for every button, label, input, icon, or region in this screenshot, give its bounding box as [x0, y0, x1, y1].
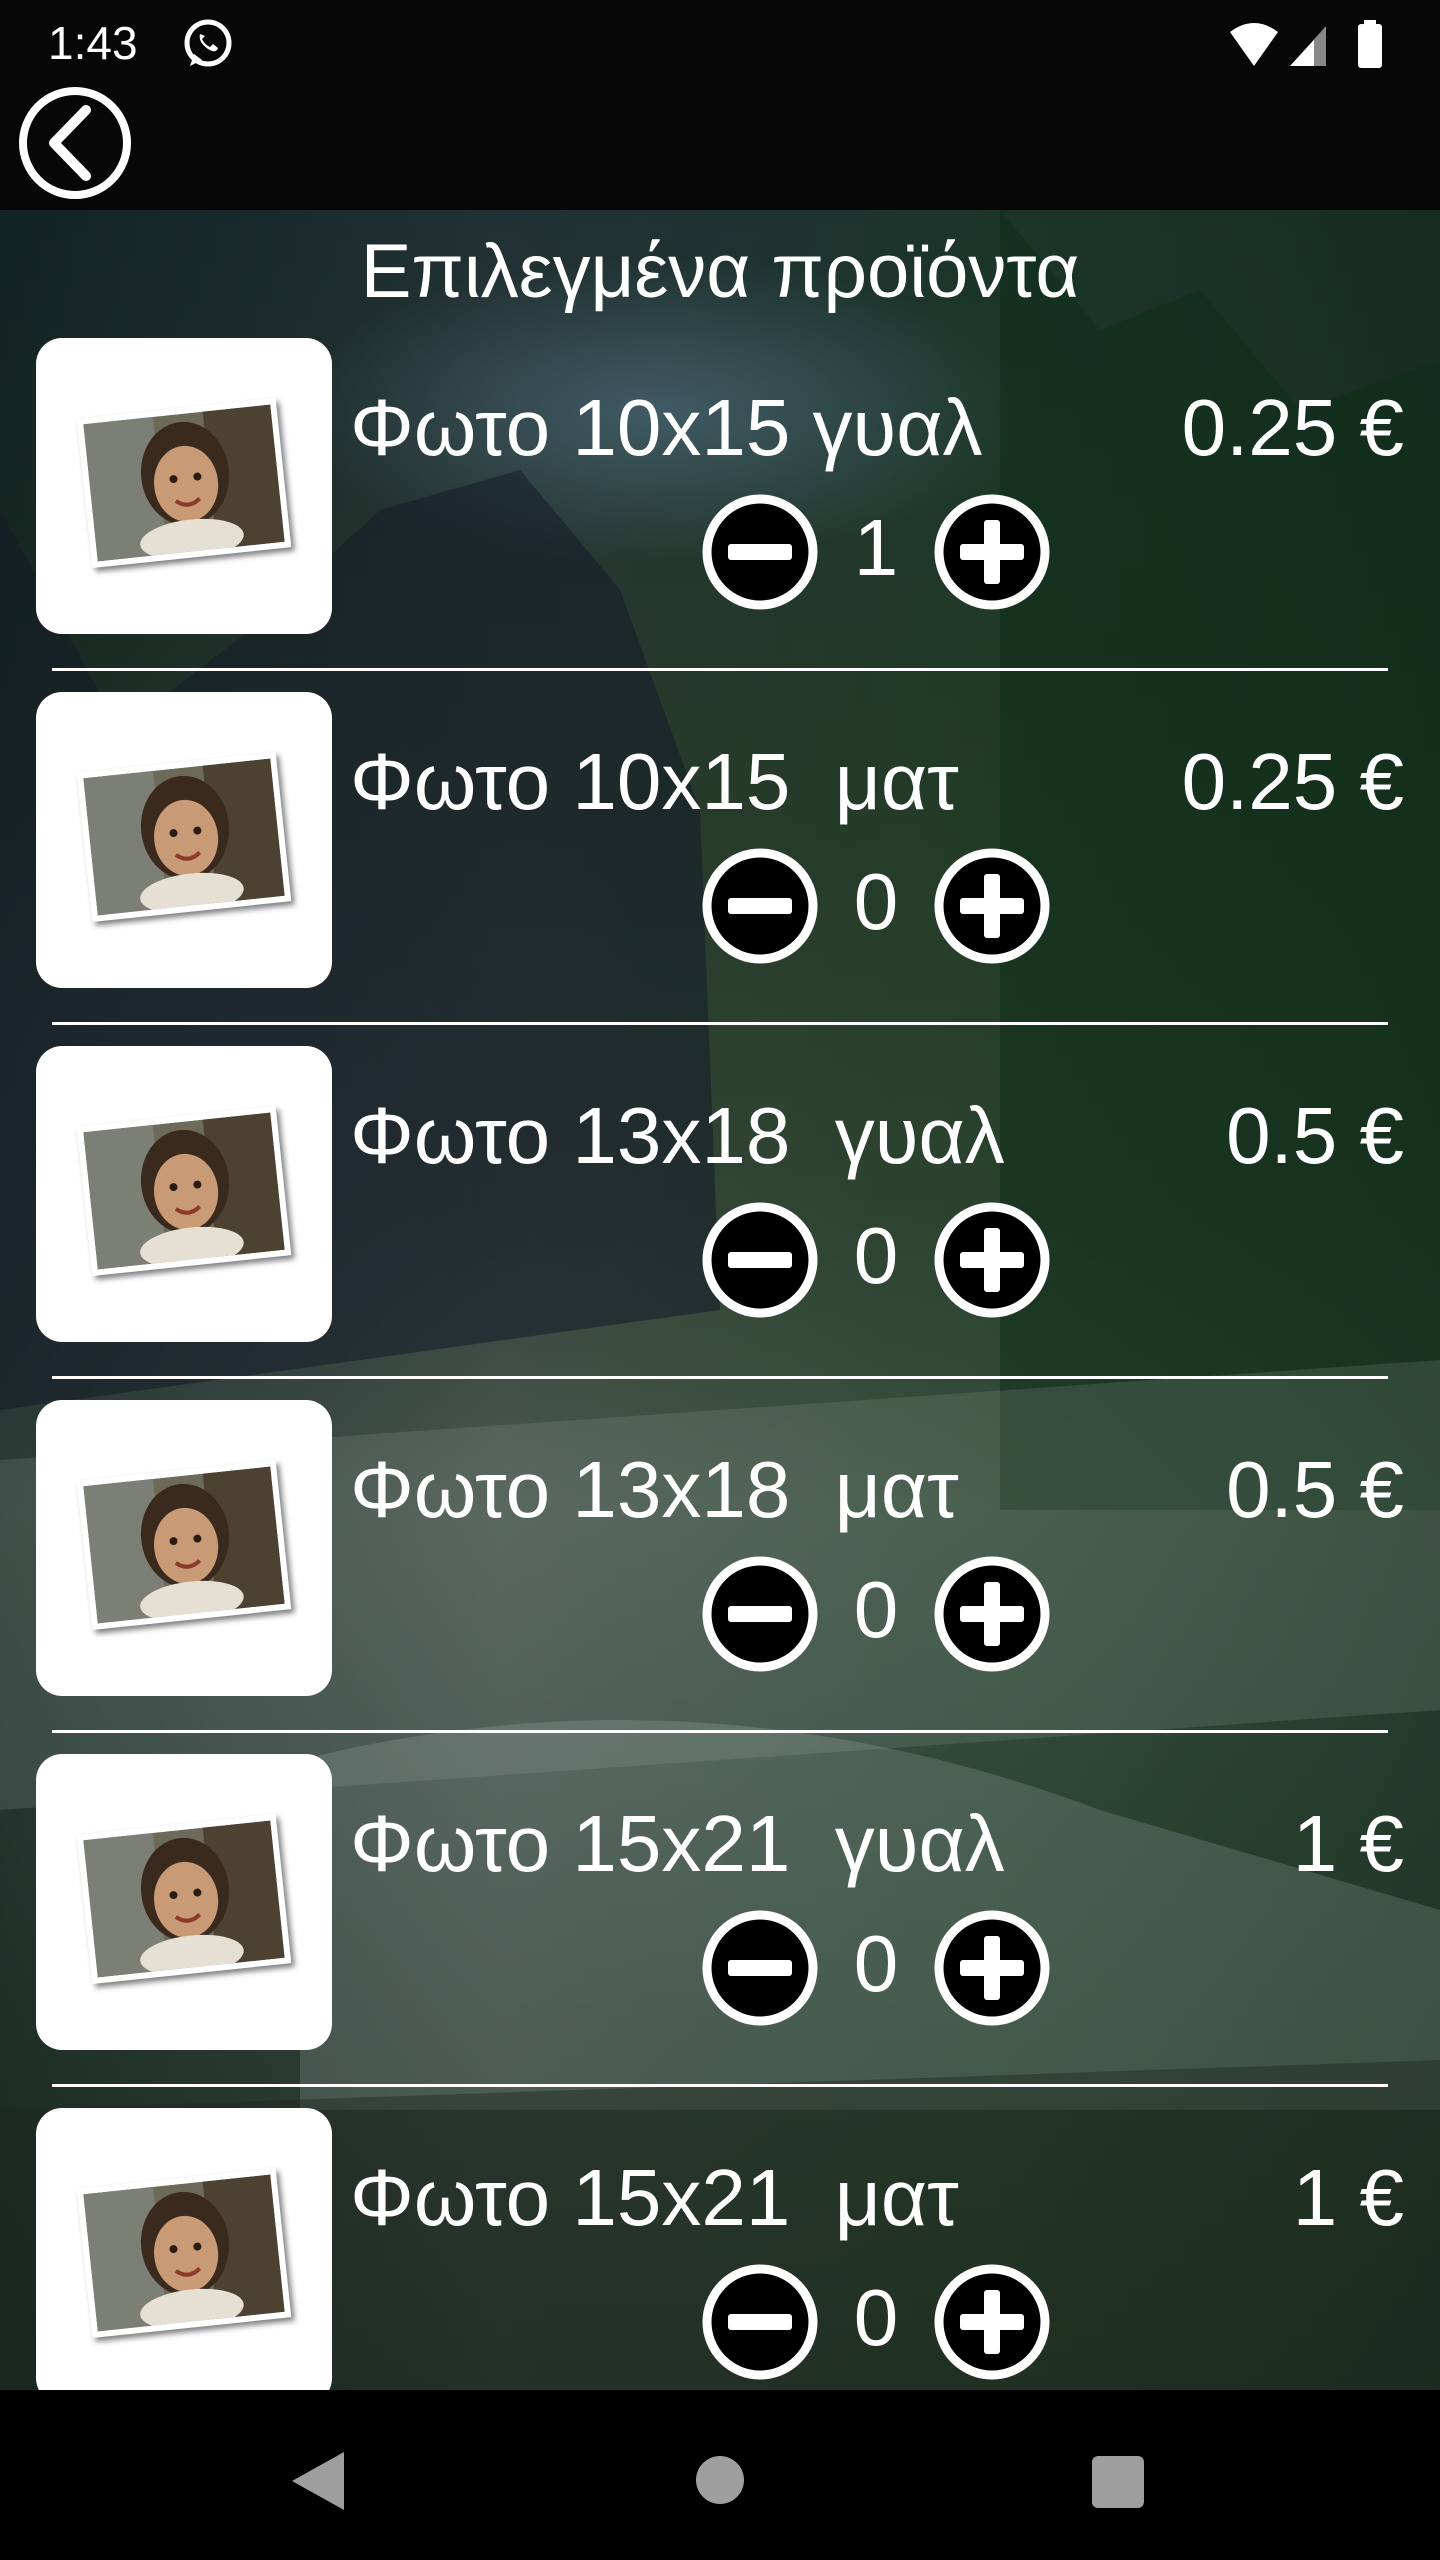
row-divider: [52, 2084, 1388, 2087]
plus-circle-icon[interactable]: [934, 1910, 1050, 2026]
row-divider: [52, 1730, 1388, 1733]
minus-circle-icon[interactable]: [702, 1910, 818, 2026]
product-thumbnail[interactable]: [36, 338, 332, 634]
row-divider: [52, 668, 1388, 671]
nav-back-icon[interactable]: [290, 2450, 346, 2512]
status-time: 1:43: [48, 17, 138, 69]
plus-circle-icon[interactable]: [934, 848, 1050, 964]
whatsapp-icon: [184, 19, 232, 67]
battery-icon: [1358, 24, 1382, 68]
product-price: 1 €: [1292, 2153, 1404, 2242]
quantity-value: 0: [853, 1919, 899, 2008]
status-bar: 1:43: [0, 0, 1440, 90]
product-list-area[interactable]: Επιλεγμένα προϊόντα Φωτο 10x15 γυαλ 0.25…: [0, 210, 1440, 2390]
product-thumbnail[interactable]: [36, 1400, 332, 1696]
product-name: Φωτο 10x15 γυαλ: [350, 383, 983, 472]
minus-circle-icon[interactable]: [702, 1202, 818, 1318]
plus-circle-icon[interactable]: [934, 494, 1050, 610]
quantity-value: 1: [853, 503, 899, 592]
product-name: Φωτο 15x21 γυαλ: [350, 1799, 1005, 1888]
product-name: Φωτο 15x21 ματ: [350, 2153, 959, 2242]
row-divider: [52, 1022, 1388, 1025]
system-status-icons: [1230, 20, 1382, 68]
product-row: Φωτο 10x15 γυαλ 0.25 € 1: [0, 338, 1440, 692]
product-row: Φωτο 13x18 ματ 0.5 € 0: [0, 1400, 1440, 1754]
product-thumbnail[interactable]: [36, 1754, 332, 2050]
photo-image: [76, 1813, 292, 1985]
app-bar: [0, 90, 1440, 210]
navigation-bar: [0, 2390, 1440, 2560]
product-row: Φωτο 15x21 ματ 1 € 0: [0, 2108, 1440, 2390]
plus-circle-icon[interactable]: [934, 1556, 1050, 1672]
photo-image: [76, 2167, 292, 2339]
product-name: Φωτο 13x18 ματ: [350, 1445, 959, 1534]
minus-circle-icon[interactable]: [702, 2264, 818, 2380]
minus-circle-icon[interactable]: [702, 1556, 818, 1672]
product-price: 0.5 €: [1226, 1091, 1404, 1180]
nav-recents-icon[interactable]: [1092, 2456, 1144, 2508]
photo-image: [76, 397, 292, 569]
product-row: Φωτο 10x15 ματ 0.25 € 0: [0, 692, 1440, 1046]
product-thumbnail[interactable]: [36, 1046, 332, 1342]
product-row: Φωτο 13x18 γυαλ 0.5 € 0: [0, 1046, 1440, 1400]
product-price: 0.5 €: [1226, 1445, 1404, 1534]
chevron-left-circle-icon[interactable]: [18, 86, 132, 200]
minus-circle-icon[interactable]: [702, 494, 818, 610]
photo-image: [76, 1105, 292, 1277]
page-title: Επιλεγμένα προϊόντα: [360, 229, 1080, 314]
plus-circle-icon[interactable]: [934, 2264, 1050, 2380]
quantity-value: 0: [853, 857, 899, 946]
product-price: 0.25 €: [1181, 737, 1404, 826]
row-divider: [52, 1376, 1388, 1379]
quantity-value: 0: [853, 2273, 899, 2362]
wifi-icon: [1230, 23, 1278, 66]
photo-image: [76, 751, 292, 923]
quantity-value: 0: [853, 1211, 899, 1300]
nav-home-icon[interactable]: [696, 2456, 744, 2504]
quantity-value: 0: [853, 1565, 899, 1654]
product-thumbnail[interactable]: [36, 2108, 332, 2390]
minus-circle-icon[interactable]: [702, 848, 818, 964]
product-row: Φωτο 15x21 γυαλ 1 € 0: [0, 1754, 1440, 2108]
product-price: 1 €: [1292, 1799, 1404, 1888]
product-thumbnail[interactable]: [36, 692, 332, 988]
product-price: 0.25 €: [1181, 383, 1404, 472]
photo-image: [76, 1459, 292, 1631]
plus-circle-icon[interactable]: [934, 1202, 1050, 1318]
product-name: Φωτο 13x18 γυαλ: [350, 1091, 1005, 1180]
product-name: Φωτο 10x15 ματ: [350, 737, 959, 826]
